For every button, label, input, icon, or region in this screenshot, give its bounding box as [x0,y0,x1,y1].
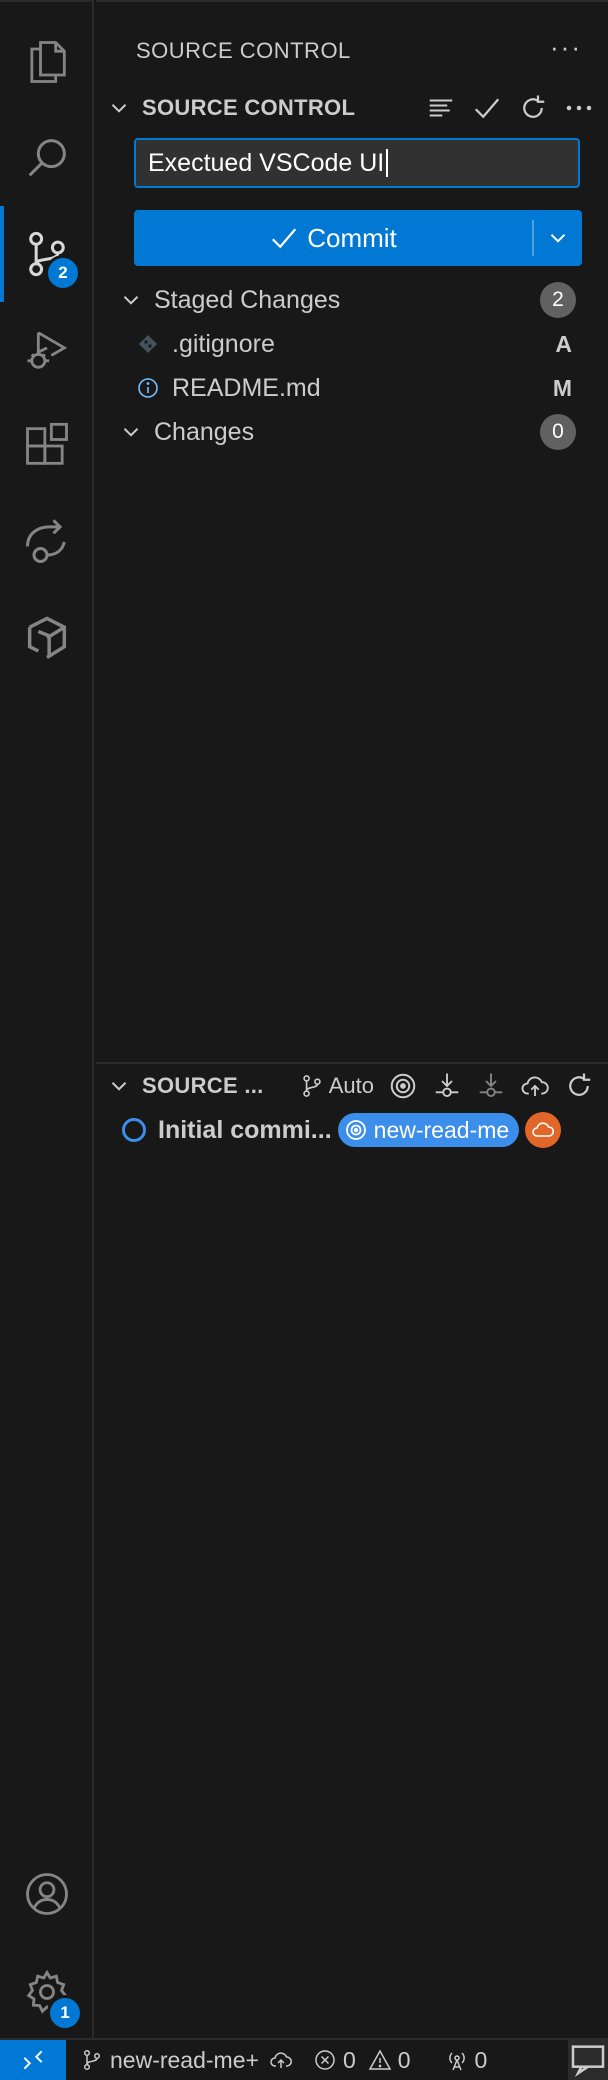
remote-icon [23,2050,43,2070]
broadcast-icon [448,2052,465,2071]
file-status-added: A [555,330,572,357]
file-name: .gitignore [172,329,275,358]
source-control-badge: 2 [48,258,78,288]
refresh-icon[interactable] [518,93,548,123]
activity-explorer[interactable] [0,14,94,110]
branch-status-item[interactable]: new-read-me+ [80,2047,259,2074]
staged-changes-label: Staged Changes [154,285,341,314]
more-actions-icon[interactable] [564,93,594,123]
commit-node-icon [122,1118,146,1142]
text-caret [386,149,389,177]
file-status-modified: M [552,374,572,401]
fetch-icon[interactable] [432,1071,462,1101]
staged-file-gitignore[interactable]: .gitignore A [96,322,608,366]
graph-commit-row[interactable]: Initial commi... new-read-me [96,1108,608,1152]
account-icon [26,1873,68,1915]
auto-branch-selector[interactable]: Auto [299,1073,374,1099]
feedback-icon [571,2045,605,2077]
status-bar: new-read-me+ 0 0 0 [0,2038,608,2080]
chevron-down-icon [550,234,566,243]
sidebar: SOURCE CONTROL ··· SOURCE CONTROL Exectu… [96,0,608,2038]
commit-button-group: Commit [134,210,582,266]
refresh-icon[interactable] [564,1071,594,1101]
target-icon[interactable] [388,1071,418,1101]
remote-indicator-button[interactable] [0,2040,66,2080]
git-file-icon [139,335,157,353]
graph-header-actions: Auto [299,1071,594,1101]
chevron-down-icon [123,428,139,437]
cloud-icon [532,1122,555,1137]
activity-extensions[interactable] [0,398,94,494]
staged-changes-group[interactable]: Staged Changes 2 [96,278,608,322]
activity-accounts[interactable] [0,1846,94,1942]
chevron-down-icon [123,296,139,305]
activity-search[interactable] [0,110,94,206]
error-count: 0 [342,2046,356,2073]
commit-check-icon[interactable] [472,93,502,123]
info-icon [138,378,158,398]
changes-label: Changes [154,417,255,446]
files-icon [30,41,66,83]
warning-icon [368,2049,392,2070]
commit-message-input[interactable]: Exectued VSCode UI [134,138,580,188]
activity-remote-explorer[interactable] [0,494,94,590]
activity-run-debug[interactable] [0,302,94,398]
cloud-upload-icon [270,2052,292,2068]
notifications-button[interactable] [568,2040,608,2080]
ports-count: 0 [474,2046,488,2073]
sidebar-title: SOURCE CONTROL [136,38,351,63]
target-icon [345,1120,366,1140]
remote-explorer-icon [25,519,66,564]
commit-button[interactable]: Commit [134,210,532,266]
graph-section-header[interactable]: SOURCE ... Auto [96,1064,608,1108]
problems-status-item[interactable]: 0 0 [313,2047,411,2074]
scm-section-title: SOURCE CONTROL [142,95,356,120]
commit-message: Initial commi... [158,1115,332,1144]
chevron-down-icon [111,104,127,113]
scm-section-header[interactable]: SOURCE CONTROL [96,82,608,134]
file-name: README.md [172,373,321,402]
commit-button-label: Commit [307,222,397,253]
commit-dropdown-button[interactable] [534,210,582,266]
chevron-down-icon [111,1082,127,1091]
search-icon [28,139,66,177]
scm-header-actions [426,93,594,123]
manage-badge: 1 [50,1998,80,2028]
staged-count-badge: 2 [540,282,576,318]
remote-ref-badge [525,1112,562,1148]
branch-ref-badge: new-read-me [337,1113,520,1147]
error-icon [315,2050,335,2070]
sidebar-more-button[interactable]: ··· [550,32,582,63]
check-icon [272,228,297,249]
extensions-icon [26,422,68,465]
pull-icon[interactable] [476,1071,506,1101]
auto-label: Auto [328,1073,374,1098]
warning-count: 0 [397,2046,411,2073]
staged-file-readme[interactable]: README.md M [96,366,608,410]
graph-section-title: SOURCE ... [142,1073,264,1098]
cloud-upload-icon[interactable] [520,1071,550,1101]
ports-status-item[interactable]: 0 [445,2046,488,2074]
branch-icon [83,2049,101,2071]
deploy-icon [27,616,67,659]
publish-status-item[interactable] [269,2048,293,2072]
run-debug-icon [27,331,68,369]
changes-group[interactable]: Changes 0 [96,410,608,454]
activity-manage[interactable]: 1 [0,1944,94,2040]
commit-message-text: Exectued VSCode UI [148,148,385,177]
activity-deploy[interactable] [0,590,94,686]
branch-ref-label: new-read-me [373,1116,510,1143]
view-as-tree-icon[interactable] [426,93,456,123]
activity-source-control[interactable]: 2 [0,206,94,302]
changes-count-badge: 0 [540,414,576,450]
activity-bar: 2 1 [0,0,94,2038]
branch-icon [303,1075,321,1097]
branch-name: new-read-me+ [110,2046,259,2073]
